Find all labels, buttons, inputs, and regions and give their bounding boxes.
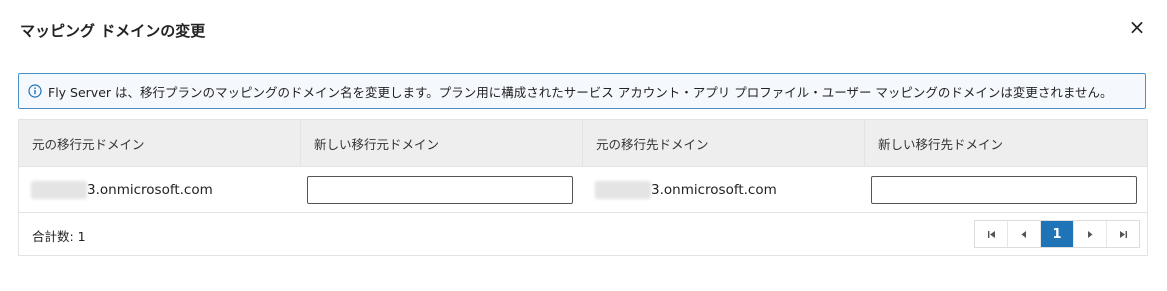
- page-1-button[interactable]: 1: [1041, 221, 1074, 247]
- destination-domain-value: 3.onmicrosoft.com: [651, 181, 777, 198]
- redacted-text: [31, 180, 87, 199]
- dialog-title: マッピング ドメインの変更: [20, 22, 206, 40]
- last-page-icon: [1119, 230, 1127, 238]
- column-header-source-domain: 元の移行元ドメイン: [19, 120, 301, 166]
- new-destination-domain-input[interactable]: [871, 175, 1137, 204]
- next-page-icon: [1088, 230, 1093, 238]
- total-count: 合計数: 1: [32, 228, 86, 244]
- first-page-button[interactable]: [975, 221, 1008, 247]
- new-destination-domain-cell: [865, 167, 1147, 212]
- column-header-destination-domain: 元の移行先ドメイン: [583, 120, 865, 166]
- column-header-new-source-domain: 新しい移行元ドメイン: [301, 120, 583, 166]
- destination-domain-cell: 3.onmicrosoft.com: [583, 167, 865, 212]
- info-message: Fly Server は、移行プランのマッピングのドメイン名を変更します。プラン…: [48, 84, 1113, 100]
- redacted-text: [595, 180, 651, 199]
- table-header: 元の移行元ドメイン 新しい移行元ドメイン 元の移行先ドメイン 新しい移行先ドメイ…: [19, 120, 1147, 167]
- pagination: 1: [974, 220, 1140, 248]
- source-domain-cell: 3.onmicrosoft.com: [19, 167, 301, 212]
- info-icon: [28, 84, 42, 98]
- last-page-button[interactable]: [1107, 221, 1139, 247]
- table-footer: 合計数: 1 1: [19, 213, 1147, 257]
- domain-mapping-table: 元の移行元ドメイン 新しい移行元ドメイン 元の移行先ドメイン 新しい移行先ドメイ…: [18, 119, 1148, 256]
- prev-page-icon: [1021, 230, 1026, 238]
- source-domain-value: 3.onmicrosoft.com: [87, 181, 213, 198]
- new-source-domain-input[interactable]: [307, 175, 573, 204]
- next-page-button[interactable]: [1074, 221, 1107, 247]
- first-page-icon: [987, 230, 995, 238]
- new-source-domain-cell: [301, 167, 583, 212]
- close-icon[interactable]: ×: [1127, 16, 1147, 38]
- info-banner: Fly Server は、移行プランのマッピングのドメイン名を変更します。プラン…: [18, 73, 1146, 109]
- prev-page-button[interactable]: [1008, 221, 1041, 247]
- table-row: 3.onmicrosoft.com 3.onmicrosoft.com: [19, 167, 1147, 213]
- column-header-new-destination-domain: 新しい移行先ドメイン: [878, 136, 1004, 152]
